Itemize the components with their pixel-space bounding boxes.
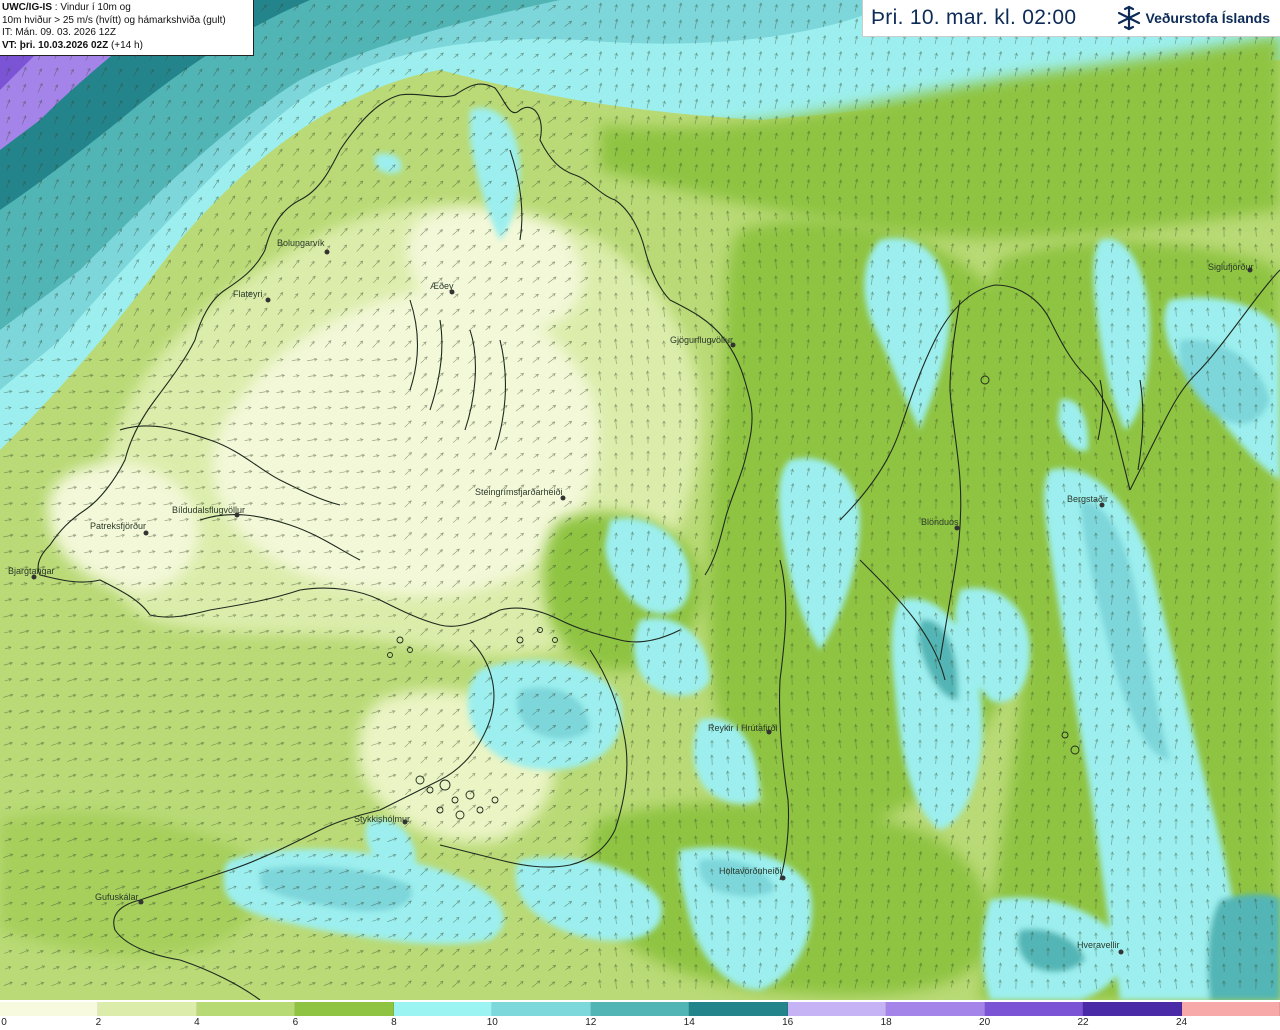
header-banner: Þri. 10. mar. kl. 02:00 Veðurstofa Íslan… bbox=[862, 0, 1280, 37]
svg-text:Bergstaðir: Bergstaðir bbox=[1067, 494, 1108, 504]
legend-segment bbox=[984, 1002, 1084, 1016]
legend-tick-label: 6 bbox=[292, 1017, 299, 1028]
legend-tick-label: 12 bbox=[585, 1017, 597, 1028]
legend-segment bbox=[886, 1002, 985, 1016]
legend-tick-label: 14 bbox=[683, 1017, 695, 1028]
vedurstofa-logo[interactable]: Veðurstofa Íslands bbox=[1116, 5, 1280, 31]
parameter-text: : Vindur í 10m og bbox=[52, 2, 131, 13]
legend-segment bbox=[393, 1002, 493, 1016]
svg-text:Blönduós: Blönduós bbox=[921, 517, 959, 527]
station-marker[interactable]: Siglufjörður bbox=[1208, 262, 1254, 273]
legend-segment bbox=[295, 1002, 394, 1016]
svg-text:Steingrímsfjarðarheiði: Steingrímsfjarðarheiði bbox=[475, 487, 563, 497]
svg-text:Bjargtangar: Bjargtangar bbox=[8, 566, 55, 576]
legend-tick-label: 0 bbox=[1, 1017, 7, 1028]
svg-text:Holtavörðuheiði: Holtavörðuheiði bbox=[719, 866, 782, 876]
legend-tick-label: 16 bbox=[782, 1017, 794, 1028]
legend-tick-label: 8 bbox=[391, 1017, 397, 1028]
svg-text:Stykkishólmur: Stykkishólmur bbox=[354, 814, 410, 824]
initial-time: IT: Mán. 09. 03. 2026 12Z bbox=[2, 27, 116, 38]
forecast-info-box: UWC/IG-IS : Vindur í 10m og 10m hviður >… bbox=[0, 0, 254, 56]
legend-segment bbox=[1083, 1002, 1182, 1016]
legend-segment bbox=[689, 1002, 788, 1016]
legend-tick-label: 18 bbox=[880, 1017, 892, 1028]
gust-description: 10m hviður > 25 m/s (hvítt) og hámarkshv… bbox=[2, 14, 226, 26]
svg-text:Flateyri: Flateyri bbox=[233, 289, 263, 299]
legend-tick-label: 2 bbox=[95, 1017, 102, 1028]
wind-map: Bolungarvík Flateyri Æðey Patreksfjörður… bbox=[0, 0, 1280, 1000]
svg-text:Bolungarvík: Bolungarvík bbox=[277, 238, 325, 248]
station-marker[interactable]: Stykkishólmur bbox=[354, 814, 410, 825]
svg-text:Gjögurflugvöllur: Gjögurflugvöllur bbox=[670, 335, 733, 345]
svg-text:Reykir í Hrútafirði: Reykir í Hrútafirði bbox=[708, 723, 778, 733]
svg-text:Hveravellir: Hveravellir bbox=[1077, 940, 1120, 950]
legend-tick-label: 22 bbox=[1077, 1017, 1089, 1028]
wind-speed-legend: 0 2 4 6 8 10 12 14 16 18 20 22 24 bbox=[0, 1000, 1280, 1030]
legend-segment bbox=[590, 1002, 690, 1016]
snowflake-arrow-logo-icon bbox=[1117, 5, 1140, 31]
valid-time-title: Þri. 10. mar. kl. 02:00 bbox=[871, 6, 1077, 29]
legend-segment bbox=[98, 1002, 197, 1016]
legend-segment bbox=[1181, 1002, 1280, 1016]
lead-time: (+14 h) bbox=[108, 39, 143, 51]
valid-time-bold: VT: þri. 10.03.2026 02Z bbox=[2, 39, 109, 51]
legend-segment bbox=[787, 1002, 887, 1016]
legend-segment bbox=[0, 1002, 99, 1016]
svg-text:Siglufjörður: Siglufjörður bbox=[1208, 262, 1254, 272]
svg-text:Gufuskálar: Gufuskálar bbox=[95, 892, 139, 902]
product-line: UWC/IG-IS : Vindur í 10m og bbox=[2, 2, 250, 15]
legend-tick-label: 20 bbox=[979, 1017, 991, 1028]
model-name: UWC/IG-IS bbox=[2, 2, 52, 13]
station-marker[interactable]: Reykir í Hrútafirði bbox=[708, 723, 778, 735]
logo-text: Veðurstofa Íslands bbox=[1145, 10, 1270, 26]
legend-color-bar bbox=[0, 1002, 1280, 1016]
legend-tick-label: 24 bbox=[1175, 1017, 1188, 1028]
legend-segment bbox=[492, 1002, 591, 1016]
legend-tick-label: 10 bbox=[486, 1017, 498, 1028]
svg-text:Patreksfjörður: Patreksfjörður bbox=[90, 521, 146, 531]
valid-time-line: VT: þri. 10.03.2026 02Z (+14 h) bbox=[2, 40, 250, 53]
legend-segment bbox=[196, 1002, 296, 1016]
svg-text:Æðey: Æðey bbox=[430, 281, 454, 291]
svg-text:Bíldudalsflugvöllur: Bíldudalsflugvöllur bbox=[172, 505, 245, 515]
weather-map-page: Bolungarvík Flateyri Æðey Patreksfjörður… bbox=[0, 0, 1280, 1030]
legend-tick-label: 4 bbox=[194, 1017, 200, 1028]
